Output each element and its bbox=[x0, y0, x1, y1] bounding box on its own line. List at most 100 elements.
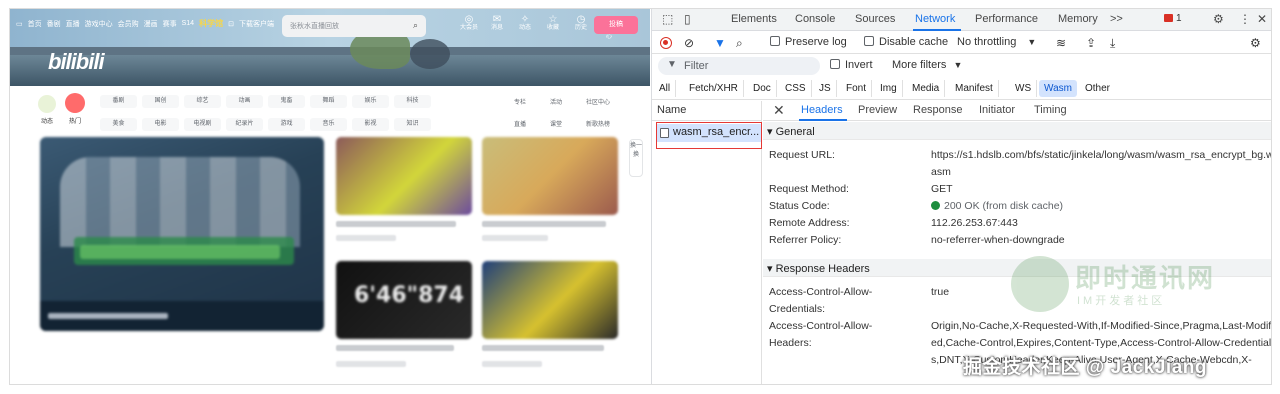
history-button[interactable]: ◷ 历史 bbox=[572, 15, 590, 42]
tab-network[interactable]: Network bbox=[915, 13, 955, 25]
category-item[interactable]: 综艺 bbox=[184, 95, 221, 108]
video-card-thumbnail[interactable]: 6'46"874 bbox=[336, 261, 472, 339]
tab-response[interactable]: Response bbox=[913, 104, 963, 116]
type-js[interactable]: JS bbox=[814, 80, 837, 97]
device-toolbar-icon[interactable]: ▯ bbox=[684, 12, 691, 26]
search-icon[interactable]: ⌕ bbox=[413, 20, 418, 31]
invert-checkbox[interactable]: Invert bbox=[830, 59, 873, 71]
search-icon[interactable]: ⌕ bbox=[736, 36, 743, 51]
active-tab-underline bbox=[913, 29, 961, 31]
nav-mall[interactable]: 会员购 bbox=[118, 19, 139, 29]
network-settings-gear-icon[interactable]: ⚙ bbox=[1250, 36, 1261, 50]
name-column-header[interactable]: Name bbox=[657, 104, 686, 116]
general-section-header[interactable]: ▾ General bbox=[763, 122, 1271, 140]
nav-science[interactable]: 科学馆 bbox=[199, 18, 223, 29]
favorites-button[interactable]: ☆ 收藏 bbox=[544, 15, 562, 42]
tv-icon[interactable]: ▭ bbox=[16, 20, 23, 28]
video-card-thumbnail[interactable] bbox=[336, 137, 472, 215]
category-item[interactable]: 国创 bbox=[142, 95, 179, 108]
clear-icon[interactable]: ⊘ bbox=[684, 36, 694, 50]
category-item[interactable]: 电视剧 bbox=[184, 118, 221, 131]
dynamic-button[interactable]: ✧ 动态 bbox=[516, 15, 534, 42]
tab-elements[interactable]: Elements bbox=[731, 13, 777, 25]
close-icon[interactable]: ✕ bbox=[1257, 12, 1267, 26]
nav-events[interactable]: 赛事 bbox=[163, 19, 177, 29]
tab-preview[interactable]: Preview bbox=[858, 104, 897, 116]
category-item[interactable]: 动画 bbox=[226, 95, 263, 108]
tab-performance[interactable]: Performance bbox=[975, 13, 1038, 25]
kebab-menu-icon[interactable]: ⋮ bbox=[1239, 12, 1251, 26]
nav-game-center[interactable]: 游戏中心 bbox=[85, 19, 113, 29]
nav-download[interactable]: 下载客户端 bbox=[239, 19, 274, 29]
hot-entry[interactable]: 热门 bbox=[64, 93, 86, 125]
tab-initiator[interactable]: Initiator bbox=[979, 104, 1015, 116]
side-link[interactable]: 新歌热榜 bbox=[586, 119, 622, 128]
side-link[interactable]: 直播 bbox=[514, 119, 550, 128]
category-item[interactable]: 游戏 bbox=[268, 118, 305, 131]
type-img[interactable]: Img bbox=[875, 80, 903, 97]
nav-live[interactable]: 直播 bbox=[66, 19, 80, 29]
type-other[interactable]: Other bbox=[1080, 80, 1115, 97]
type-media[interactable]: Media bbox=[907, 80, 946, 97]
type-css[interactable]: CSS bbox=[780, 80, 812, 97]
more-filters-dropdown[interactable]: More filters ▼ bbox=[892, 59, 962, 71]
tab-console[interactable]: Console bbox=[795, 13, 835, 25]
side-link[interactable]: 课堂 bbox=[550, 119, 586, 128]
search-input[interactable]: 张秋水直播回放 ⌕ bbox=[282, 15, 426, 37]
filter-input[interactable]: ▼ Filter bbox=[658, 57, 820, 75]
upload-icon[interactable]: ⇪ bbox=[1086, 36, 1096, 50]
close-details-icon[interactable]: ✕ bbox=[773, 102, 785, 119]
wifi-icon[interactable]: ≋ bbox=[1056, 36, 1066, 50]
category-item[interactable]: 知识 bbox=[394, 118, 431, 131]
type-ws[interactable]: WS bbox=[1010, 80, 1038, 97]
inspect-element-icon[interactable]: ⬚ bbox=[662, 12, 673, 26]
tab-headers[interactable]: Headers bbox=[801, 104, 843, 116]
category-item[interactable]: 美食 bbox=[100, 118, 137, 131]
category-item[interactable]: 鬼畜 bbox=[268, 95, 305, 108]
status-code-value: 200 OK (from disk cache) bbox=[931, 198, 1271, 215]
nav-s14[interactable]: S14 bbox=[182, 20, 194, 27]
download-icon[interactable]: ⤓ bbox=[1110, 36, 1115, 51]
type-doc[interactable]: Doc bbox=[748, 80, 777, 97]
category-item[interactable]: 娱乐 bbox=[352, 95, 389, 108]
nav-anime[interactable]: 番剧 bbox=[47, 19, 61, 29]
tab-timing[interactable]: Timing bbox=[1034, 104, 1067, 116]
more-tabs-chevron-icon[interactable]: >> bbox=[1110, 13, 1123, 25]
category-item[interactable]: 舞蹈 bbox=[310, 95, 347, 108]
message-button[interactable]: ✉ 消息 bbox=[488, 15, 506, 42]
upload-button[interactable]: 投稿 bbox=[594, 16, 638, 34]
bilibili-logo[interactable]: bilibili bbox=[48, 49, 105, 75]
nav-manga[interactable]: 漫画 bbox=[144, 19, 158, 29]
dynamic-entry[interactable]: 动态 bbox=[36, 95, 58, 125]
filter-funnel-icon[interactable]: ▼ bbox=[714, 36, 726, 50]
video-card-thumbnail[interactable] bbox=[482, 261, 618, 339]
category-item[interactable]: 音乐 bbox=[310, 118, 347, 131]
side-link[interactable]: 活动 bbox=[550, 97, 586, 106]
category-item[interactable]: 电影 bbox=[142, 118, 179, 131]
gear-icon[interactable]: ⚙ bbox=[1213, 12, 1224, 26]
category-item[interactable]: 番剧 bbox=[100, 95, 137, 108]
tab-sources[interactable]: Sources bbox=[855, 13, 895, 25]
preserve-log-checkbox[interactable]: Preserve log bbox=[770, 36, 847, 48]
type-all[interactable]: All bbox=[654, 80, 677, 97]
category-item[interactable]: 影视 bbox=[352, 118, 389, 131]
featured-video-card[interactable] bbox=[40, 137, 324, 331]
type-fetch-xhr[interactable]: Fetch/XHR bbox=[684, 80, 744, 97]
category-item[interactable]: 纪录片 bbox=[226, 118, 263, 131]
video-card-thumbnail[interactable] bbox=[482, 137, 618, 215]
tab-memory[interactable]: Memory bbox=[1058, 13, 1098, 25]
side-link[interactable]: 专栏 bbox=[514, 97, 550, 106]
category-item[interactable]: 科技 bbox=[394, 95, 431, 108]
record-icon[interactable] bbox=[660, 37, 672, 49]
disable-cache-checkbox[interactable]: Disable cache bbox=[864, 36, 948, 48]
error-count-badge[interactable]: 1 bbox=[1164, 13, 1182, 24]
throttling-select[interactable]: No throttling ▼ bbox=[957, 36, 1036, 48]
nav-home[interactable]: 首页 bbox=[28, 19, 42, 29]
type-font[interactable]: Font bbox=[841, 80, 873, 97]
devtools-panel: ⬚ ▯ Elements Console Sources Network Per… bbox=[651, 9, 1271, 384]
vip-button[interactable]: ◎ 大会员 bbox=[460, 15, 478, 42]
refresh-button[interactable]: 换一换 bbox=[629, 139, 643, 177]
type-manifest[interactable]: Manifest bbox=[950, 80, 999, 97]
side-link[interactable]: 社区中心 bbox=[586, 97, 622, 106]
type-wasm[interactable]: Wasm bbox=[1039, 80, 1077, 97]
